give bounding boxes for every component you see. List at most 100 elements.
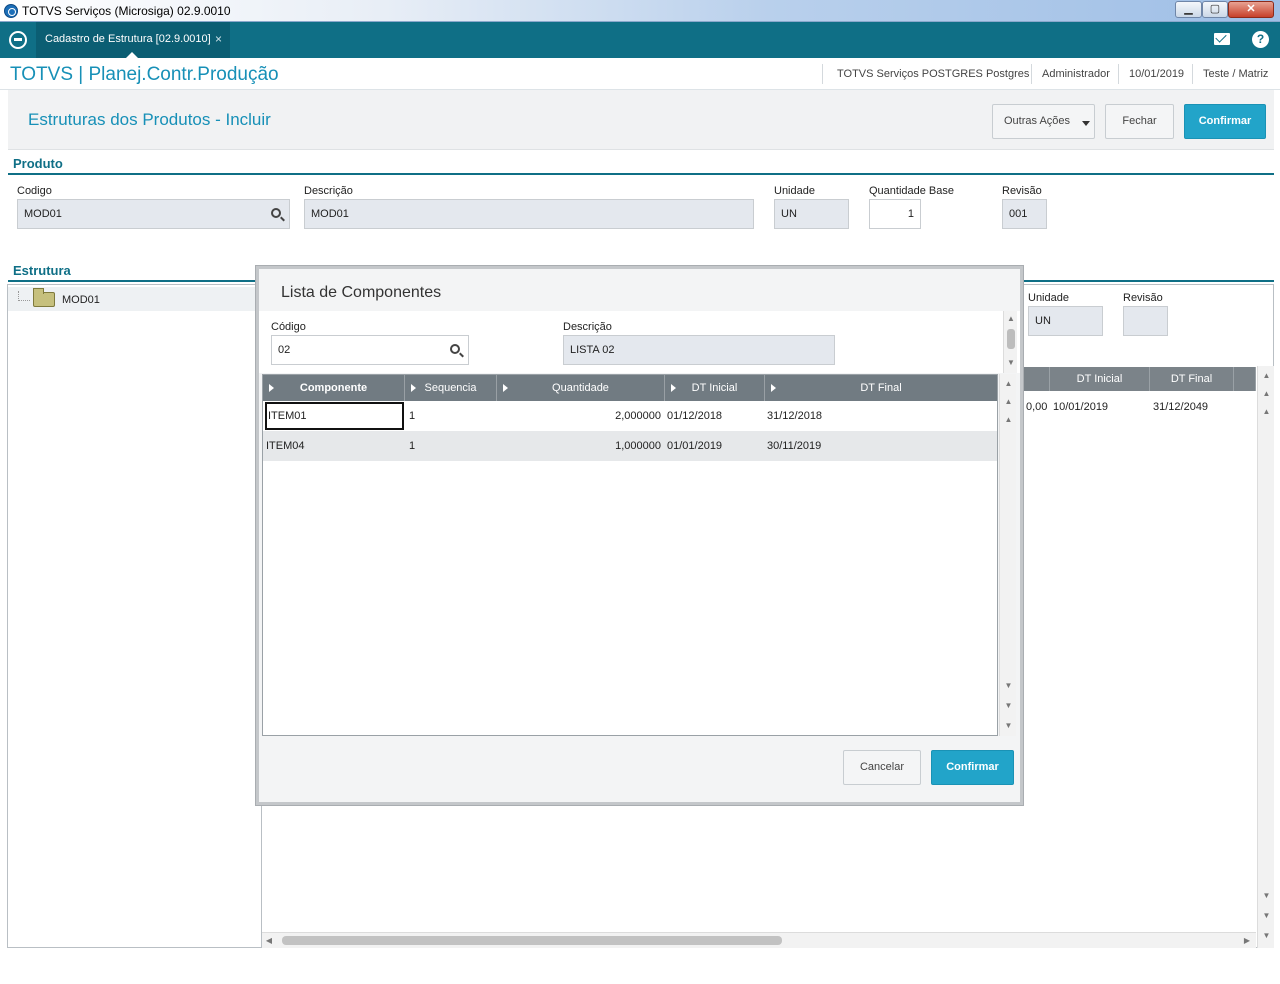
confirm-button[interactable]: Confirmar [1184, 104, 1266, 139]
bg-column-dt-final[interactable]: DT Final [1150, 367, 1234, 391]
totvs-logo-icon[interactable] [9, 31, 27, 49]
revisao-label: Revisão [1002, 185, 1042, 197]
quantidade-base-field[interactable]: 1 [869, 199, 921, 229]
scroll-down-icon[interactable]: ▼ [1258, 888, 1275, 904]
close-button[interactable]: Fechar [1105, 104, 1174, 139]
window-title-bar: TOTVS Serviços (Microsiga) 02.9.0010 ▁ ▢… [0, 0, 1280, 22]
column-label: DT Final [860, 382, 902, 394]
search-icon[interactable] [450, 344, 460, 354]
cell-sequencia: 1 [409, 410, 416, 422]
module-name: TOTVS | Planej.Contr.Produção [10, 64, 279, 85]
app-icon [4, 4, 18, 18]
scroll-top-icon[interactable]: ▲ [1258, 368, 1275, 384]
tab-cadastro-estrutura[interactable]: Cadastro de Estrutura [02.9.0010] × [36, 22, 230, 58]
cell-dt-inicial: 01/12/2018 [667, 410, 723, 422]
bg-vertical-scrollbar[interactable]: ▲ ▲ ▲ ▼ ▼ ▼ [1257, 366, 1274, 948]
column-dt-final[interactable]: DT Final [765, 375, 997, 401]
dialog-confirm-button[interactable]: Confirmar [931, 750, 1014, 785]
cell-componente: ITEM04 [266, 440, 305, 452]
search-icon[interactable] [271, 208, 281, 218]
environment-info: TOTVS Serviços POSTGRES Postgres [837, 68, 1030, 80]
scroll-left-icon[interactable]: ◀ [262, 933, 276, 949]
sort-icon [771, 384, 776, 392]
scroll-bottom-icon[interactable]: ▼ [1258, 928, 1275, 944]
cell-componente: ITEM01 [268, 410, 307, 422]
help-icon[interactable]: ? [1252, 31, 1269, 48]
scroll-up-icon[interactable]: ▲ [1004, 311, 1018, 327]
close-window-button[interactable]: ✕ [1228, 1, 1274, 18]
tab-close-icon[interactable]: × [215, 22, 222, 56]
table-row[interactable]: ITEM01 1 2,000000 01/12/2018 31/12/2018 [263, 401, 997, 431]
dialog-codigo-value: 02 [278, 344, 291, 356]
tree-item-label: MOD01 [62, 294, 100, 306]
dialog-descricao-label: Descrição [563, 321, 612, 333]
bg-column-dt-inicial[interactable]: DT Inicial [1050, 367, 1150, 391]
section-estrutura: Estrutura [13, 263, 71, 278]
tab-bar: Cadastro de Estrutura [02.9.0010] × ? [0, 22, 1280, 58]
descricao-label: Descrição [304, 185, 353, 197]
user-info: Administrador [1042, 68, 1110, 80]
scroll-right-icon[interactable]: ▶ [1240, 933, 1254, 949]
column-sequencia[interactable]: Sequencia [405, 375, 497, 401]
company-info: Teste / Matriz [1203, 68, 1269, 80]
column-quantidade[interactable]: Quantidade [497, 375, 665, 401]
scroll-down-icon[interactable]: ▼ [1000, 678, 1017, 694]
scroll-up-icon[interactable]: ▲ [1258, 404, 1275, 420]
column-componente[interactable]: Componente [263, 375, 405, 401]
maximize-button[interactable]: ▢ [1202, 1, 1228, 18]
revisao-field[interactable]: 001 [1002, 199, 1047, 229]
dialog-codigo-label: Código [271, 321, 306, 333]
dialog-title: Lista de Componentes [281, 284, 442, 301]
dialog-filter-area: Código 02 Descrição LISTA 02 ▲ ▼ [259, 311, 1020, 373]
scroll-top-icon[interactable]: ▲ [1000, 376, 1017, 392]
estrutura-unidade-label: Unidade [1028, 292, 1069, 304]
minimize-button[interactable]: ▁ [1175, 1, 1202, 18]
grid-vertical-scrollbar[interactable]: ▲ ▲ ▲ ▼ ▼ ▼ [999, 374, 1016, 736]
horizontal-scroll-thumb[interactable] [282, 936, 782, 945]
estrutura-revisao-label: Revisão [1123, 292, 1163, 304]
dialog-descricao-field[interactable]: LISTA 02 [563, 335, 835, 365]
sort-icon [503, 384, 508, 392]
descricao-field[interactable]: MOD01 [304, 199, 754, 229]
scroll-page-up-icon[interactable]: ▲ [1000, 394, 1017, 410]
unidade-field[interactable]: UN [774, 199, 849, 229]
bg-column-header [1234, 367, 1256, 391]
folder-open-icon [33, 288, 55, 307]
divider [1118, 64, 1119, 84]
other-actions-button[interactable]: Outras Ações [992, 104, 1095, 139]
other-actions-label: Outras Ações [1004, 115, 1071, 127]
dialog-codigo-field[interactable]: 02 [271, 335, 469, 365]
dialog-filter-scrollbar[interactable]: ▲ ▼ [1003, 311, 1017, 373]
cell-quantidade: 1,000000 [615, 440, 661, 452]
dropdown-arrow-icon [1082, 121, 1090, 126]
structure-tree: MOD01 [7, 284, 262, 948]
table-row[interactable]: ITEM04 1 1,000000 01/01/2019 30/11/2019 [263, 431, 997, 461]
page-title: Estruturas dos Produtos - Incluir [28, 110, 271, 129]
column-label: Sequencia [424, 382, 477, 394]
cell-sequencia: 1 [409, 440, 416, 452]
scroll-bottom-icon[interactable]: ▼ [1000, 718, 1017, 734]
tree-item-mod01[interactable]: MOD01 [8, 287, 261, 311]
mail-icon[interactable] [1214, 33, 1230, 45]
column-label: Componente [299, 382, 368, 394]
horizontal-scrollbar[interactable]: ◀ ▶ [262, 932, 1256, 948]
cancel-button[interactable]: Cancelar [843, 750, 921, 785]
scroll-page-up-icon[interactable]: ▲ [1258, 386, 1275, 402]
scroll-page-down-icon[interactable]: ▼ [1000, 698, 1017, 714]
sort-icon [671, 384, 676, 392]
unidade-label: Unidade [774, 185, 815, 197]
scroll-page-down-icon[interactable]: ▼ [1258, 908, 1275, 924]
column-dt-inicial[interactable]: DT Inicial [665, 375, 765, 401]
scroll-thumb[interactable] [1007, 329, 1015, 349]
codigo-field[interactable]: MOD01 [17, 199, 290, 229]
date-info: 10/01/2019 [1129, 68, 1185, 80]
scroll-up-icon[interactable]: ▲ [1000, 412, 1017, 428]
window-title: TOTVS Serviços (Microsiga) 02.9.0010 [22, 4, 231, 18]
bg-column-header [1020, 367, 1050, 391]
divider [1192, 64, 1193, 84]
estrutura-unidade-field[interactable]: UN [1028, 306, 1103, 336]
scroll-down-icon[interactable]: ▼ [1004, 355, 1018, 371]
divider [822, 64, 823, 84]
codigo-label: Codigo [17, 185, 52, 197]
estrutura-revisao-field[interactable] [1123, 306, 1168, 336]
